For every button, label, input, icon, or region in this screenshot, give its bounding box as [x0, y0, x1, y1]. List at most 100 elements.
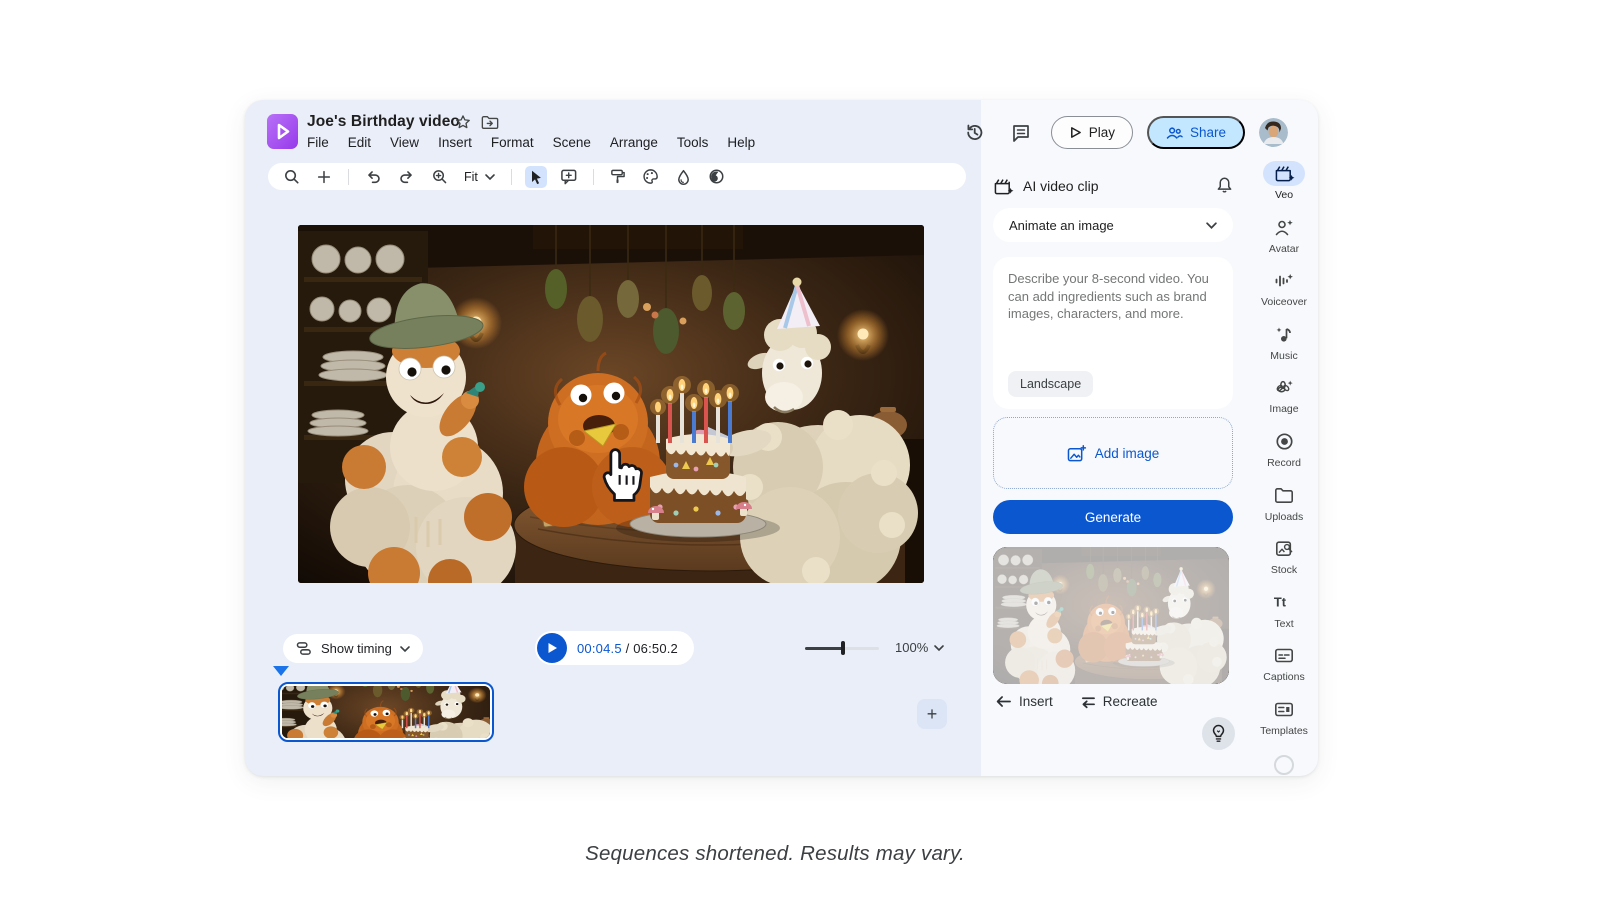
sidebar-item-stock[interactable]: Stock [1253, 536, 1315, 590]
transparency-icon[interactable] [706, 166, 728, 188]
uploads-folder-icon [1263, 483, 1305, 508]
toolbar-divider [593, 169, 594, 185]
timeline-play-button[interactable] [537, 633, 567, 663]
sidebar-label: Captions [1263, 671, 1304, 683]
playback-time: 00:04.5 / 06:50.2 [535, 631, 694, 665]
playhead-marker[interactable] [273, 666, 289, 676]
zoom-in-icon[interactable] [428, 166, 450, 188]
menu-file[interactable]: File [307, 135, 329, 150]
redo-icon[interactable] [395, 166, 417, 188]
chevron-down-icon [934, 645, 944, 651]
star-icon[interactable] [455, 114, 471, 135]
sidebar-item-templates[interactable]: Templates [1253, 697, 1315, 751]
image-tool-icon [1263, 375, 1305, 400]
menu-tools[interactable]: Tools [677, 135, 709, 150]
sidebar-label: Record [1267, 457, 1301, 469]
recreate-label: Recreate [1103, 694, 1158, 709]
sidebar-label: Avatar [1269, 243, 1299, 255]
add-comment-icon[interactable] [558, 166, 580, 188]
timeline-zoom-slider[interactable] [805, 641, 879, 655]
aspect-ratio-chip[interactable]: Landscape [1008, 371, 1093, 397]
time-separator: / [622, 641, 633, 656]
stock-media-icon [1263, 536, 1305, 561]
fill-droplet-icon[interactable] [673, 166, 695, 188]
sidebar-item-voiceover[interactable]: Voiceover [1253, 268, 1315, 322]
palette-icon[interactable] [640, 166, 662, 188]
toolbar-divider [511, 169, 512, 185]
sidebar-label: Veo [1275, 189, 1293, 201]
paint-format-icon[interactable] [607, 166, 629, 188]
zoom-level-value: 100% [895, 640, 928, 655]
menu-view[interactable]: View [390, 135, 419, 150]
move-folder-icon[interactable] [481, 115, 499, 135]
sidebar-item-record[interactable]: Record [1253, 429, 1315, 483]
sidebar-item-image[interactable]: Image [1253, 375, 1315, 429]
zoom-fit-select[interactable]: Fit [461, 170, 498, 184]
text-icon-glyph: Tt [1274, 595, 1287, 610]
menu-scene[interactable]: Scene [553, 135, 591, 150]
add-icon[interactable] [313, 166, 335, 188]
sidebar-label: Stock [1271, 564, 1297, 576]
generated-result-thumbnail[interactable] [993, 547, 1229, 684]
slider-track-empty [843, 647, 879, 650]
sidebar-item-uploads[interactable]: Uploads [1253, 483, 1315, 537]
undo-icon[interactable] [362, 166, 384, 188]
prompt-input[interactable] [1008, 270, 1218, 362]
zoom-level-dropdown[interactable]: 100% [895, 640, 944, 655]
mode-dropdown[interactable]: Animate an image [993, 208, 1233, 242]
video-frame [298, 225, 924, 583]
timeline-clip[interactable] [278, 682, 494, 742]
add-scene-button[interactable]: + [917, 699, 947, 729]
recreate-button[interactable]: Recreate [1079, 694, 1158, 709]
sidebar-item-captions[interactable]: Captions [1253, 643, 1315, 697]
app-window: Joe's Birthday video File Edit View Inse… [245, 100, 1318, 776]
show-timing-label: Show timing [321, 641, 392, 656]
vids-logo[interactable] [267, 114, 298, 149]
sidebar-label: Music [1270, 350, 1297, 362]
generate-button[interactable]: Generate [993, 500, 1233, 534]
add-image-dropzone[interactable]: Add image [993, 417, 1233, 489]
menu-format[interactable]: Format [491, 135, 534, 150]
menubar: File Edit View Insert Format Scene Arran… [307, 135, 755, 150]
menu-edit[interactable]: Edit [348, 135, 371, 150]
page: Joe's Birthday video File Edit View Inse… [0, 0, 1600, 900]
toolbar-divider [348, 169, 349, 185]
select-tool-icon[interactable] [525, 166, 547, 188]
prompt-container: Landscape [993, 257, 1233, 409]
sidebar-item-partial [1274, 755, 1294, 775]
document-title[interactable]: Joe's Birthday video [307, 113, 460, 131]
chevron-down-icon [400, 646, 410, 652]
veo-icon [1263, 161, 1305, 186]
disclaimer-caption: Sequences shortened. Results may vary. [245, 842, 1305, 866]
mode-dropdown-value: Animate an image [1009, 218, 1114, 233]
insert-button[interactable]: Insert [995, 694, 1053, 709]
menu-insert[interactable]: Insert [438, 135, 472, 150]
sidebar-item-text[interactable]: Tt Text [1253, 590, 1315, 644]
tips-lightbulb-button[interactable] [1202, 717, 1235, 750]
sidebar-item-veo[interactable]: Veo [1253, 161, 1315, 215]
video-canvas[interactable] [298, 225, 924, 583]
record-icon [1263, 429, 1305, 454]
tools-sidebar: Veo Avatar Voiceover Music Image Record [1253, 161, 1315, 775]
search-icon[interactable] [280, 166, 302, 188]
recreate-icon [1079, 694, 1096, 709]
panel-title: AI video clip [1023, 178, 1098, 194]
slider-track-filled [805, 647, 843, 650]
sidebar-item-avatar[interactable]: Avatar [1253, 215, 1315, 269]
text-icon: Tt [1263, 590, 1305, 615]
slider-handle[interactable] [841, 641, 845, 655]
version-history-icon[interactable] [959, 117, 991, 149]
menu-arrange[interactable]: Arrange [610, 135, 658, 150]
menu-help[interactable]: Help [727, 135, 755, 150]
show-timing-dropdown[interactable]: Show timing [283, 634, 423, 663]
user-avatar[interactable] [1259, 118, 1288, 147]
ai-video-panel: AI video clip Animate an image Landscape… [993, 100, 1233, 776]
notifications-bell-icon[interactable] [1216, 174, 1233, 198]
voiceover-icon [1263, 268, 1305, 293]
sidebar-label: Text [1274, 618, 1293, 630]
sidebar-label: Image [1269, 403, 1298, 415]
sidebar-item-music[interactable]: Music [1253, 322, 1315, 376]
chevron-down-icon [485, 174, 495, 180]
clip-thumbnail [282, 686, 490, 738]
result-fade-overlay [993, 547, 1229, 684]
